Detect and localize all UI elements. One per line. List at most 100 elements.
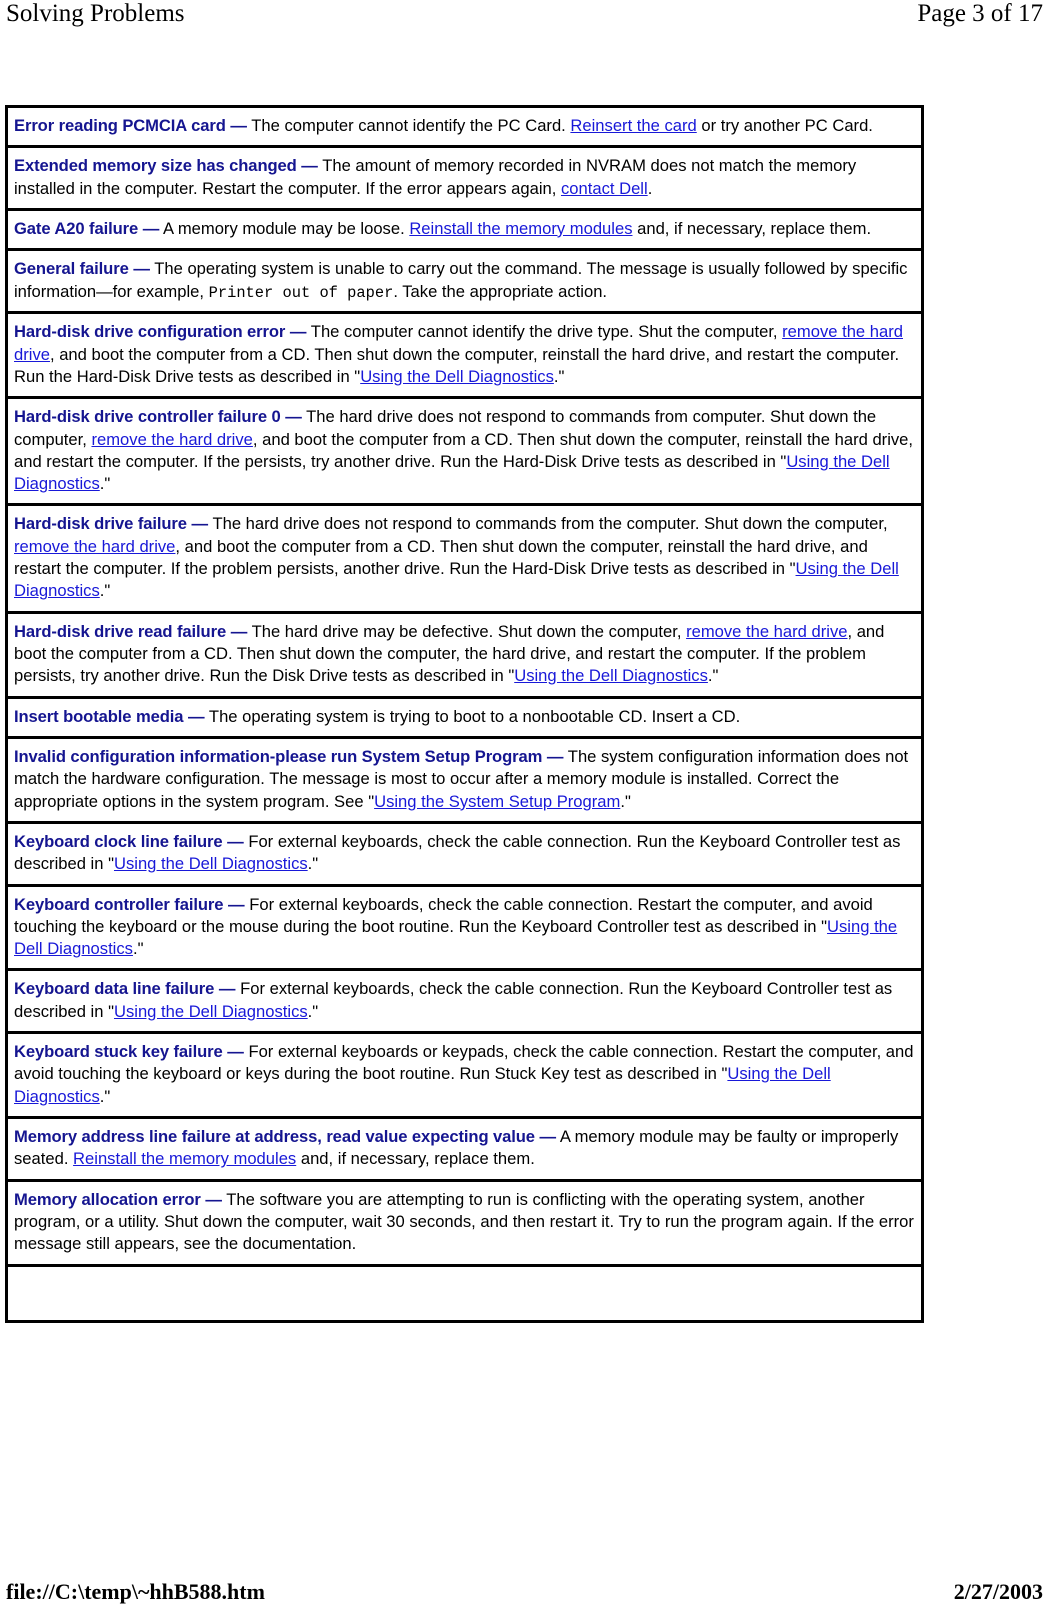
error-message-term: Invalid configuration information-please… (14, 746, 543, 766)
cross-reference-link[interactable]: Reinstall the memory modules (409, 219, 632, 238)
error-message-body: General failure — The operating system i… (14, 258, 915, 303)
cross-reference-link[interactable]: remove the hard drive (14, 537, 175, 556)
error-message-row: Hard-disk drive controller failure 0 — T… (8, 399, 921, 507)
error-message-body: Memory address line failure at address, … (14, 1126, 915, 1171)
error-message-body: Keyboard clock line failure — For extern… (14, 831, 915, 876)
error-message-row: Keyboard data line failure — For externa… (8, 971, 921, 1035)
error-message-row: General failure — The operating system i… (8, 251, 921, 315)
description-text: ." (132, 939, 144, 959)
error-message-body: Gate A20 failure — A memory module may b… (14, 218, 915, 240)
error-message-term: Memory address line failure at address, … (14, 1127, 535, 1147)
page-number-indicator: Page 3 of 17 (917, 0, 1043, 27)
error-message-row: Error reading PCMCIA card — The computer… (8, 108, 921, 149)
description-text: ." (707, 666, 719, 686)
error-message-term: General failure (14, 259, 129, 279)
description-text: and, if necessary, replace them. (632, 218, 872, 238)
term-separator-dash: — (296, 156, 318, 176)
description-text: ." (307, 1001, 319, 1021)
error-message-term: Hard-disk drive failure (14, 514, 187, 534)
cross-reference-link[interactable]: remove the hard drive (91, 430, 252, 449)
error-message-term: Extended memory size has changed (14, 156, 297, 176)
error-message-row: Gate A20 failure — A memory module may b… (8, 210, 921, 252)
term-separator-dash: — (534, 1127, 557, 1147)
term-separator-dash: — (214, 979, 236, 999)
error-message-row: Keyboard clock line failure — For extern… (8, 823, 921, 887)
error-message-body: Hard-disk drive configuration error — Th… (14, 321, 915, 388)
term-separator-dash: — (200, 1189, 222, 1209)
term-separator-dash: — (128, 259, 150, 279)
error-message-term: Keyboard controller failure (14, 894, 224, 914)
error-message-body: Hard-disk drive controller failure 0 — T… (14, 406, 915, 495)
term-separator-dash: — (226, 621, 248, 641)
error-messages-table: Error reading PCMCIA card — The computer… (5, 105, 924, 1323)
cross-reference-link[interactable]: Reinsert the card (570, 116, 696, 135)
error-message-term: Keyboard clock line failure (14, 831, 223, 851)
term-separator-dash: — (542, 746, 564, 766)
term-separator-dash: — (222, 1042, 244, 1062)
description-text: The computer cannot identify the drive t… (306, 322, 783, 342)
error-message-row: Hard-disk drive read failure — The hard … (8, 613, 921, 699)
term-separator-dash: — (183, 706, 205, 726)
error-message-row: Keyboard controller failure — For extern… (8, 886, 921, 972)
description-text: ." (99, 1086, 111, 1106)
literal-message-text: Printer out of paper (208, 283, 394, 302)
description-text: . Take the appropriate action. (393, 281, 608, 301)
cross-reference-link[interactable]: Using the Dell Diagnostics (360, 367, 554, 386)
error-message-row: Insert bootable media — The operating sy… (8, 698, 921, 739)
description-text: ." (620, 791, 631, 811)
cross-reference-link[interactable]: remove the hard drive (686, 622, 847, 641)
print-date: 2/27/2003 (953, 1579, 1043, 1604)
error-message-term: Keyboard data line failure (14, 979, 215, 999)
error-message-body: Hard-disk drive read failure — The hard … (14, 621, 915, 688)
error-message-body: Memory allocation error — The software y… (14, 1189, 915, 1256)
error-message-term: Hard-disk drive configuration error (14, 322, 286, 342)
page-footer: file://C:\temp\~hhB588.htm 2/27/2003 (0, 1577, 1049, 1607)
error-message-term: Memory allocation error (14, 1189, 201, 1209)
description-text: . (647, 178, 653, 198)
error-message-row: Memory address line failure at address, … (8, 1119, 921, 1182)
error-message-term: Insert bootable media (14, 706, 184, 726)
description-text: and, if necessary, replace them. (296, 1149, 535, 1169)
error-message-row: Invalid configuration information-please… (8, 738, 921, 824)
cross-reference-link[interactable]: Reinstall the memory modules (73, 1149, 296, 1168)
error-message-body: Keyboard stuck key failure — For externa… (14, 1041, 915, 1108)
error-message-row: Memory allocation error — The software y… (8, 1181, 921, 1267)
error-message-body: Hard-disk drive failure — The hard drive… (14, 513, 915, 602)
term-separator-dash: — (285, 322, 307, 342)
term-separator-dash: — (225, 116, 247, 135)
error-message-term: Keyboard stuck key failure (14, 1042, 223, 1062)
description-text: The hard drive does not respond to comma… (208, 514, 888, 534)
term-separator-dash: — (280, 407, 302, 427)
description-text: The hard drive may be defective. Shut do… (247, 621, 687, 641)
cross-reference-link[interactable]: Using the Dell Diagnostics (114, 1002, 308, 1021)
cross-reference-link[interactable]: Using the System Setup Program (374, 792, 620, 811)
error-message-row: Extended memory size has changed — The a… (8, 148, 921, 211)
error-message-row: Hard-disk drive configuration error — Th… (8, 314, 921, 400)
term-separator-dash: — (223, 894, 245, 914)
error-message-body: Extended memory size has changed — The a… (14, 155, 915, 200)
term-separator-dash: — (186, 514, 209, 534)
error-message-term: Hard-disk drive read failure (14, 621, 227, 641)
error-message-row: Keyboard stuck key failure — For externa… (8, 1034, 921, 1120)
term-separator-dash: — (222, 831, 244, 851)
description-text: The computer cannot identify the PC Card… (246, 116, 571, 135)
description-text: ." (553, 366, 565, 386)
error-message-body: Invalid configuration information-please… (14, 746, 915, 813)
error-message-body: Keyboard controller failure — For extern… (14, 894, 915, 961)
description-text: or try another PC Card. (696, 116, 873, 135)
source-file-path: file://C:\temp\~hhB588.htm (6, 1579, 265, 1604)
error-message-body: Error reading PCMCIA card — The computer… (14, 115, 915, 137)
cross-reference-link[interactable]: Using the Dell Diagnostics (114, 854, 308, 873)
cross-reference-link[interactable]: Using the Dell Diagnostics (514, 666, 708, 685)
error-message-body: Keyboard data line failure — For externa… (14, 978, 915, 1023)
document-section-title: Solving Problems (6, 0, 185, 27)
error-message-term: Hard-disk drive controller failure 0 (14, 407, 281, 427)
description-text: A memory module may be loose. (159, 218, 410, 238)
error-message-row: Hard-disk drive failure — The hard drive… (8, 506, 921, 614)
cross-reference-link[interactable]: contact Dell (561, 179, 648, 198)
description-text: The operating system is trying to boot t… (204, 706, 741, 726)
description-text: ." (99, 474, 111, 494)
description-text: ." (307, 854, 319, 874)
term-separator-dash: — (138, 218, 160, 238)
description-text: ." (99, 581, 111, 601)
